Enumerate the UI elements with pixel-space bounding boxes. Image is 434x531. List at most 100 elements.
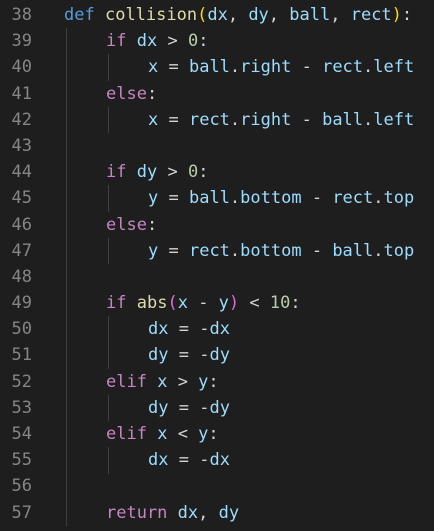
code-token: = (158, 57, 189, 78)
code-token: - (199, 450, 210, 471)
line-number: 46 (11, 214, 32, 235)
line-number: 53 (11, 397, 32, 418)
indent-guide (108, 106, 109, 133)
code-token: . (373, 240, 384, 261)
code-token: ) (228, 293, 240, 314)
code-token: - (199, 319, 210, 340)
line-number: 41 (11, 83, 32, 104)
code-token: bottom (240, 240, 302, 261)
code-token: x (157, 424, 168, 444)
code-token: dy (248, 5, 269, 25)
code-token: . (363, 109, 374, 130)
code-token: rect (332, 188, 374, 209)
code-token: = (168, 450, 200, 471)
code-token: . (229, 109, 241, 130)
code-token: , (227, 5, 249, 25)
code-token: = (168, 319, 200, 340)
code-token: : (146, 214, 158, 235)
code-text: if dy > 0: (106, 159, 208, 185)
indent-guide (108, 185, 109, 212)
indent-guide (108, 395, 109, 422)
code-editor[interactable]: 38 def collision(dx, dy, ball, rect): 39 if… (0, 2, 434, 526)
code-text: x = ball.right - rect.left (148, 54, 414, 80)
code-token: right (240, 57, 292, 78)
code-text: y = rect.bottom - ball.top (148, 238, 414, 264)
code-token: dy (148, 345, 169, 366)
code-token: - (291, 109, 323, 130)
code-token: : (198, 31, 209, 52)
code-token: . (229, 57, 241, 78)
code-token: else (106, 83, 147, 104)
indent-guide (108, 447, 109, 474)
code-token: elif (106, 371, 147, 392)
line-number: 57 (11, 502, 32, 523)
line-number: 49 (11, 293, 32, 314)
code-token: rect (322, 57, 364, 78)
code-token: , (198, 502, 219, 523)
line-number: 39 (11, 31, 32, 52)
line-number: 44 (11, 162, 32, 183)
code-line[interactable]: 38 def collision(dx, dy, ball, rect): (0, 2, 434, 28)
indent-guide (108, 54, 109, 81)
code-token: dx (148, 450, 169, 471)
line-number: 40 (11, 57, 32, 78)
code-token: dy (218, 502, 240, 523)
code-token: dx (148, 319, 169, 340)
code-text: if abs(x - y) < 10: (106, 290, 301, 316)
code-text: elif x < y: (106, 421, 219, 447)
code-token: top (383, 188, 415, 209)
code-token: collision (104, 5, 198, 25)
code-text: dy = -dy (148, 342, 230, 368)
code-token: : (208, 371, 219, 392)
code-token: : (401, 5, 413, 25)
code-token: ball (188, 57, 230, 78)
code-token: - (187, 293, 219, 314)
code-token: y (148, 240, 159, 261)
code-token: dx (136, 31, 158, 52)
code-token: - (199, 397, 210, 418)
code-token: left (373, 109, 415, 130)
line-number: 50 (11, 319, 32, 340)
code-token: = (168, 397, 200, 418)
code-token: x (177, 293, 188, 314)
code-token: if (106, 162, 127, 183)
code-token: if (106, 31, 127, 52)
code-text: dy = -dy (148, 395, 230, 421)
code-token: y (198, 424, 209, 444)
code-token: = (168, 345, 200, 366)
code-token: > (157, 162, 188, 183)
code-token: dy (209, 397, 230, 418)
code-text: dx = -dx (148, 447, 230, 473)
code-token: ball (289, 5, 331, 25)
code-token: dy (136, 162, 158, 183)
code-token: dy (148, 397, 169, 418)
code-token: - (301, 240, 333, 261)
code-token: rect (188, 240, 230, 261)
code-token: dx (177, 502, 199, 523)
code-token: : (146, 83, 158, 104)
code-token: else (106, 214, 147, 235)
line-number: 38 (11, 5, 32, 25)
line-number: 56 (11, 476, 32, 497)
code-text: def collision(dx, dy, ball, rect): (64, 2, 412, 28)
code-token: - (291, 57, 323, 78)
code-token: right (240, 109, 292, 130)
code-token: - (301, 188, 333, 209)
code-token: dx (207, 5, 228, 25)
code-text: else: (106, 212, 157, 238)
code-token: left (373, 57, 415, 78)
indent-guide (108, 316, 109, 369)
code-token: , (268, 5, 290, 25)
code-token: return (106, 502, 168, 523)
line-number: 42 (11, 109, 32, 130)
code-token: < (167, 424, 199, 444)
code-token: dx (209, 450, 230, 471)
code-token: rect (188, 109, 230, 130)
code-token: rect (350, 5, 392, 25)
code-token: y (218, 293, 229, 314)
